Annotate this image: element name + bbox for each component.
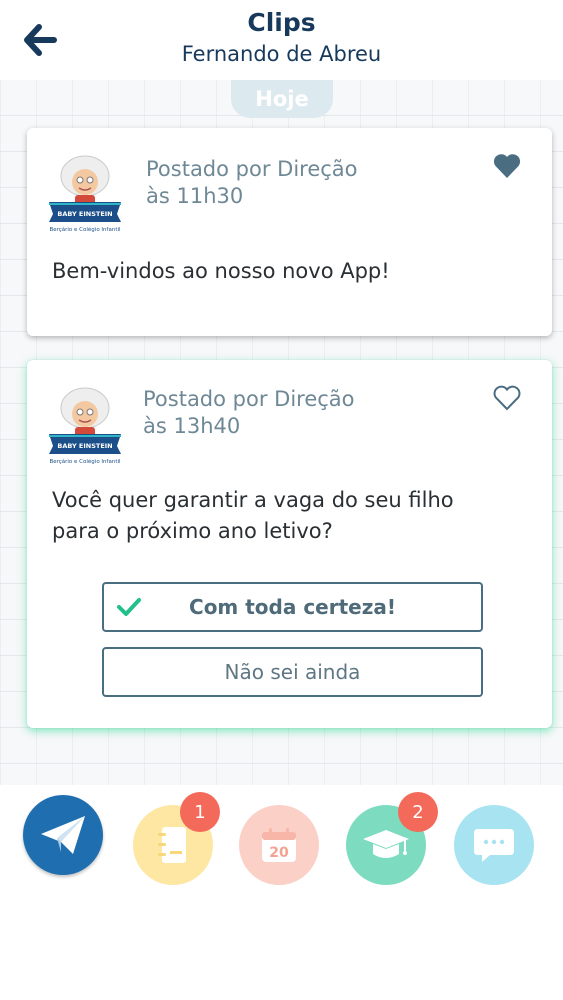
svg-text:Berçário e Colégio Infantil: Berçário e Colégio Infantil bbox=[49, 458, 121, 465]
graduation-badge: 2 bbox=[398, 792, 438, 832]
nav-calendar-button[interactable]: 20 bbox=[239, 805, 319, 885]
chat-bubble-icon bbox=[474, 829, 514, 862]
header: Clips Fernando de Abreu bbox=[0, 0, 563, 80]
nav-send-button[interactable] bbox=[23, 795, 103, 875]
page-subtitle: Fernando de Abreu bbox=[181, 42, 382, 66]
post-author: Postado por Direção bbox=[146, 157, 358, 181]
heart-filled-icon[interactable] bbox=[492, 152, 522, 180]
svg-text:20: 20 bbox=[269, 845, 289, 861]
post-message-line-1: Você quer garantir a vaga do seu filho bbox=[52, 488, 454, 512]
answer-option-label: Não sei ainda bbox=[224, 660, 361, 684]
answer-option-no[interactable]: Não sei ainda bbox=[102, 647, 483, 697]
graduation-cap-icon bbox=[363, 830, 409, 858]
date-separator: Hoje bbox=[231, 80, 333, 118]
notebook-badge: 1 bbox=[180, 792, 220, 832]
svg-text:Berçário e Colégio Infantil: Berçário e Colégio Infantil bbox=[49, 226, 121, 233]
school-logo: BABY EINSTEIN Berçário e Colégio Infanti… bbox=[49, 387, 121, 465]
answer-option-yes[interactable]: Com toda certeza! bbox=[102, 582, 483, 632]
notebook-icon bbox=[158, 827, 186, 863]
bottom-nav: 1 20 2 bbox=[0, 785, 563, 1000]
post-time: às 13h40 bbox=[143, 414, 241, 438]
svg-text:BABY EINSTEIN: BABY EINSTEIN bbox=[57, 442, 112, 450]
post-message: Bem-vindos ao nosso novo App! bbox=[52, 259, 390, 283]
post-card: BABY EINSTEIN Berçário e Colégio Infanti… bbox=[27, 360, 552, 728]
svg-text:BABY EINSTEIN: BABY EINSTEIN bbox=[57, 210, 112, 218]
calendar-icon: 20 bbox=[262, 828, 296, 862]
check-icon bbox=[117, 598, 141, 616]
post-message-line-2: para o próximo ano letivo? bbox=[52, 519, 333, 543]
answer-option-label: Com toda certeza! bbox=[189, 595, 396, 619]
nav-chat-button[interactable] bbox=[454, 805, 534, 885]
post-author: Postado por Direção bbox=[143, 387, 355, 411]
post-card: BABY EINSTEIN Berçário e Colégio Infanti… bbox=[27, 128, 552, 336]
heart-outline-icon[interactable] bbox=[492, 384, 522, 412]
page-title: Clips bbox=[247, 8, 316, 37]
school-logo: BABY EINSTEIN Berçário e Colégio Infanti… bbox=[49, 155, 121, 233]
post-time: às 11h30 bbox=[146, 184, 244, 208]
paper-plane-icon bbox=[41, 816, 85, 854]
feed[interactable]: Hoje BABY EINSTEIN Berçário e Colégio In… bbox=[0, 80, 563, 785]
